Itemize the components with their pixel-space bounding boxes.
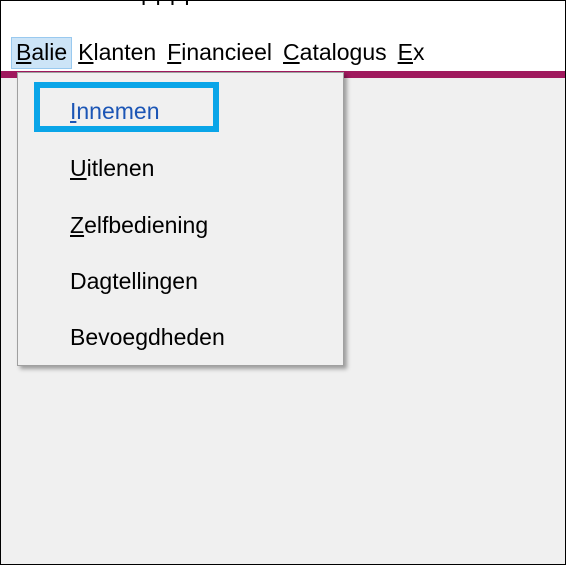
menu-catalogus-accelerator: C [283,39,300,65]
menu-item-bevoegdheden[interactable]: Bevoegdheden [70,324,225,351]
menu-item-zelfbediening-label: elfbediening [84,212,209,238]
title-bar: r r r r [1,1,565,35]
menu-item-innemen-label: nnemen [76,98,160,124]
menu-extra-accelerator: E [397,39,413,65]
menu-financieel-label: inancieel [181,39,273,65]
menu-item-bevoegdheden-label: Bevoegdheden [70,324,225,350]
menu-financieel-accelerator: F [167,39,182,65]
balie-dropdown-menu: Innemen Uitlenen Zelfbediening Dagtellin… [17,72,344,366]
window-title-fragment: r r r r [141,1,192,11]
menu-balie[interactable]: Balie [11,37,73,69]
menu-bar: Balie Klanten Financieel Catalogus Ex [1,35,565,71]
menu-item-zelfbediening-accelerator: Z [70,212,85,238]
menu-klanten-accelerator: K [78,39,94,65]
menu-balie-accelerator: B [16,39,32,65]
menu-klanten[interactable]: Klanten [73,37,161,69]
menu-financieel[interactable]: Financieel [162,37,277,69]
menu-item-dagtellingen[interactable]: Dagtellingen [70,268,198,295]
menu-klanten-label: lanten [93,39,157,65]
application-window: r r r r Balie Klanten Financieel Catalog… [0,0,566,565]
menu-catalogus[interactable]: Catalogus [278,37,392,69]
menu-balie-label: alie [31,39,68,65]
menu-item-uitlenen-label: itlenen [86,155,155,181]
menu-extra-truncated[interactable]: Ex [393,37,430,69]
menu-item-innemen[interactable]: Innemen [70,98,160,125]
menu-item-zelfbediening[interactable]: Zelfbediening [70,212,208,239]
menu-item-uitlenen-accelerator: U [70,155,87,181]
menu-extra-label: x [412,39,425,65]
menu-item-dagtellingen-label: Dagtellingen [70,268,198,294]
menu-item-uitlenen[interactable]: Uitlenen [70,155,154,182]
menu-catalogus-label: atalogus [299,39,387,65]
